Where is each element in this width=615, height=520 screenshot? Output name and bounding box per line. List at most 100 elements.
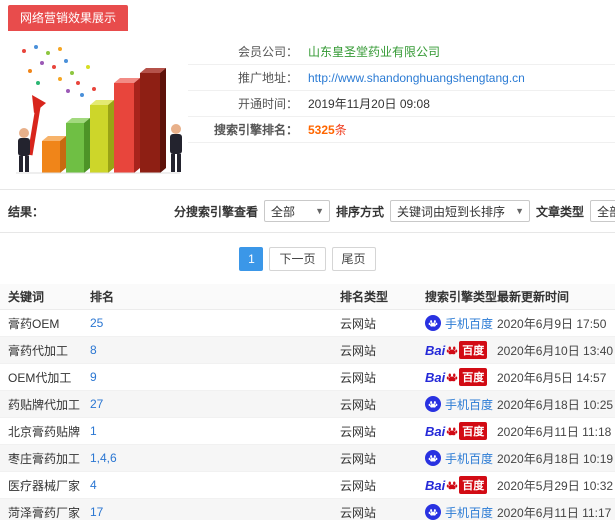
rank-type-cell: 云网站: [340, 451, 377, 466]
member-info-list: 会员公司： 山东皇圣堂药业有限公司 推广地址： http://www.shand…: [188, 37, 615, 189]
update-time-cell: 2020年6月10日 13:40: [497, 343, 614, 358]
engine-cell: 手机百度: [425, 315, 497, 332]
table-row: 膏药代加工 8 云网站 Bai 百度 2020年6月10日 13:40: [0, 337, 615, 364]
engine-label: 手机百度: [445, 451, 494, 466]
baidu-logo-icon: Bai 百度: [425, 368, 488, 386]
rank-link[interactable]: 25: [90, 316, 103, 330]
engine-cell: Bai 百度: [425, 422, 497, 440]
rank-link[interactable]: 27: [90, 397, 103, 411]
engine-label: 手机百度: [445, 316, 494, 331]
rank-link[interactable]: 9: [90, 370, 97, 384]
engine-select[interactable]: 全部 ▼: [264, 200, 331, 222]
col-update-time: 最新更新时间: [497, 290, 570, 304]
keyword-cell: 北京膏药贴牌: [8, 424, 81, 439]
col-keyword: 关键词: [8, 290, 45, 304]
baidu-logo-icon: Bai 百度: [425, 476, 488, 494]
rank-count-label: 搜索引擎排名：: [213, 123, 298, 137]
table-row: OEM代加工 9 云网站 Bai 百度 2020年6月5日 14:57: [0, 364, 615, 391]
info-row-url: 推广地址： http://www.shandonghuangshengtang.…: [188, 65, 615, 91]
rank-link[interactable]: 8: [90, 343, 97, 357]
rank-type-cell: 云网站: [340, 316, 377, 331]
table-header-row: 关键词 排名 排名类型 搜索引擎类型 最新更新时间: [0, 284, 615, 310]
type-select-value: 全部: [597, 204, 615, 219]
company-label: 会员公司：: [237, 45, 298, 59]
businessman-right: [170, 124, 182, 172]
info-row-company: 会员公司： 山东皇圣堂药业有限公司: [188, 39, 615, 65]
rank-cell: 1,4,6: [90, 451, 340, 465]
mobile-baidu-icon: [425, 504, 441, 520]
bars: [42, 68, 166, 173]
table-row: 膏药OEM 25 云网站 手机百度 2020年6月9日 17:50: [0, 310, 615, 337]
open-time-value: 2019年11月20日 09:08: [308, 97, 430, 111]
rank-link[interactable]: 1,4,6: [90, 451, 117, 465]
baidu-paw-icon: [446, 344, 458, 356]
mobile-baidu-icon: [425, 450, 441, 466]
table-body: 膏药OEM 25 云网站 手机百度 2020年6月9日 17:50 膏药代加工 8 云网站 Ba…: [0, 310, 615, 520]
update-time-cell: 2020年6月5日 14:57: [497, 370, 607, 385]
baidu-logo-icon: Bai 百度: [425, 422, 488, 440]
col-rank: 排名: [90, 290, 115, 304]
keyword-cell: 枣庄膏药加工: [8, 451, 81, 466]
info-section: 会员公司： 山东皇圣堂药业有限公司 推广地址： http://www.shand…: [0, 31, 615, 189]
keyword-cell: 药贴牌代加工: [8, 397, 81, 412]
keyword-cell: OEM代加工: [8, 370, 72, 385]
engine-cell: Bai 百度: [425, 368, 497, 386]
table-row: 枣庄膏药加工 1,4,6 云网站 手机百度 2020年6月18日 10:19: [0, 445, 615, 472]
col-engine-type: 搜索引擎类型: [425, 290, 498, 304]
info-row-rank-count: 搜索引擎排名： 5325条: [188, 117, 615, 143]
rank-count-value: 5325: [308, 123, 335, 137]
open-time-label: 开通时间：: [237, 97, 298, 111]
baidu-paw-icon: [446, 479, 458, 491]
sort-filter-label: 排序方式: [336, 204, 385, 219]
mobile-baidu-icon: [425, 396, 441, 412]
keyword-cell: 膏药OEM: [8, 316, 60, 331]
filter-bar: 结果： 分搜索引擎查看 全部 ▼ 排序方式 关键词由短到长排序 ▼ 文章类型 全…: [0, 189, 615, 233]
keyword-cell: 医疗器械厂家: [8, 478, 81, 493]
col-rank-type: 排名类型: [340, 290, 389, 304]
update-time-cell: 2020年6月18日 10:19: [497, 451, 614, 466]
sort-select-value: 关键词由短到长排序: [397, 204, 506, 219]
baidu-paw-icon: [446, 371, 458, 383]
mobile-baidu-icon: [425, 315, 441, 331]
engine-cell: Bai 百度: [425, 341, 497, 359]
keyword-cell: 膏药代加工: [8, 343, 69, 358]
sort-select[interactable]: 关键词由短到长排序 ▼: [390, 200, 531, 222]
confetti-dots: [22, 45, 96, 97]
type-filter-label: 文章类型: [536, 204, 585, 219]
engine-filter-label: 分搜索引擎查看: [174, 204, 259, 219]
page-current[interactable]: 1: [239, 247, 264, 271]
rank-link[interactable]: 4: [90, 478, 97, 492]
rank-type-cell: 云网站: [340, 505, 377, 520]
promo-url-link[interactable]: http://www.shandonghuangshengtang.cn: [308, 71, 525, 85]
rank-type-cell: 云网站: [340, 343, 377, 358]
update-time-cell: 2020年6月18日 10:25: [497, 397, 614, 412]
rank-link[interactable]: 17: [90, 505, 103, 519]
update-time-cell: 2020年6月9日 17:50: [497, 316, 607, 331]
rank-type-cell: 云网站: [340, 397, 377, 412]
chevron-down-icon: ▼: [315, 206, 325, 216]
page-next-button[interactable]: 下一页: [269, 247, 326, 271]
table-row: 菏泽膏药厂家 17 云网站 手机百度 2020年6月11日 11:17: [0, 499, 615, 520]
pagination: 1 下一页 尾页: [0, 233, 615, 284]
page-last-button[interactable]: 尾页: [331, 247, 376, 271]
rank-cell: 8: [90, 343, 340, 357]
table-row: 药贴牌代加工 27 云网站 手机百度 2020年6月18日 10:25: [0, 391, 615, 418]
rank-type-cell: 云网站: [340, 370, 377, 385]
page-title-tab: 网络营销效果展示: [8, 5, 129, 31]
results-table: 关键词 排名 排名类型 搜索引擎类型 最新更新时间 膏药OEM 25 云网站 手机百度…: [0, 284, 615, 520]
top-bar: 网络营销效果展示: [0, 0, 615, 31]
engine-cell: 手机百度: [425, 396, 497, 413]
engine-select-value: 全部: [271, 204, 296, 219]
engine-cell: 手机百度: [425, 450, 497, 467]
update-time-cell: 2020年6月11日 11:18: [497, 424, 612, 439]
company-link[interactable]: 山东皇圣堂药业有限公司: [308, 43, 440, 60]
update-time-cell: 2020年6月11日 11:17: [497, 505, 612, 520]
engine-label: 手机百度: [445, 397, 494, 412]
table-row: 医疗器械厂家 4 云网站 Bai 百度 2020年5月29日 10:32: [0, 472, 615, 499]
rank-type-cell: 云网站: [340, 478, 377, 493]
update-time-cell: 2020年5月29日 10:32: [497, 478, 614, 493]
rank-link[interactable]: 1: [90, 424, 97, 438]
rank-cell: 27: [90, 397, 340, 411]
rank-count-unit: 条: [334, 123, 347, 137]
type-select[interactable]: 全部 ▼: [590, 200, 615, 222]
